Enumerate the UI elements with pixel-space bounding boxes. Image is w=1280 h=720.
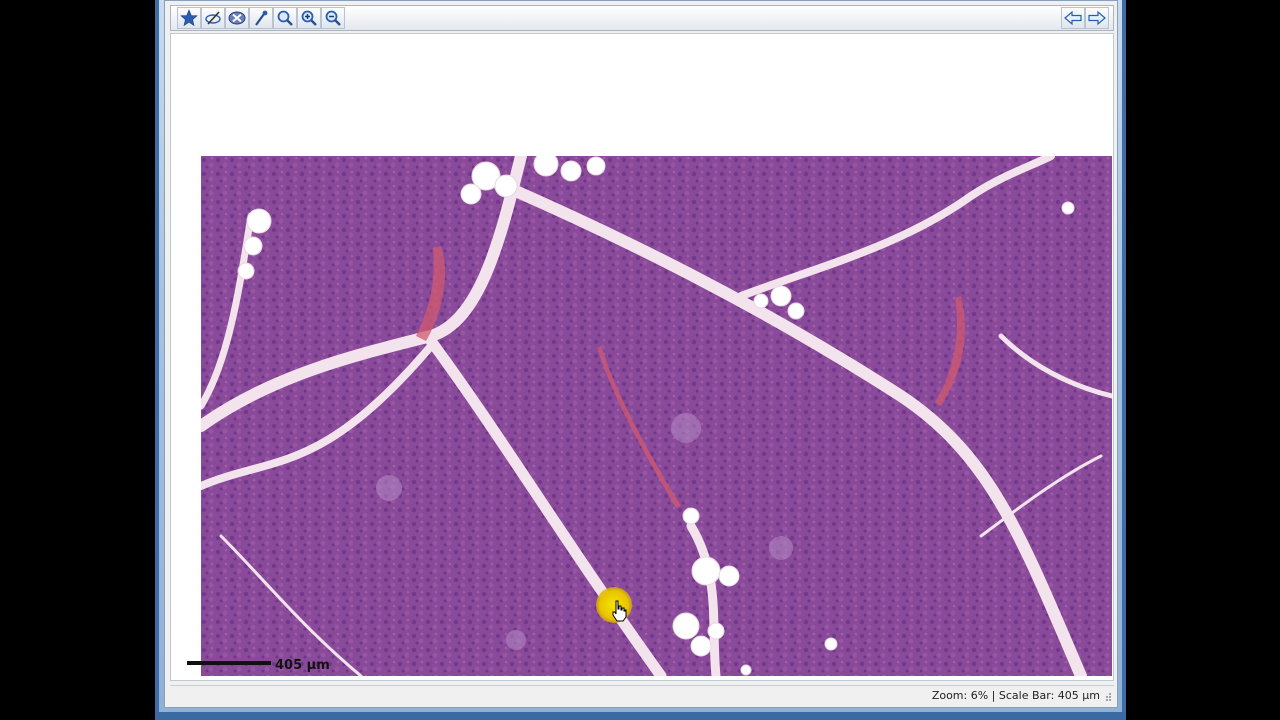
scale-bar (187, 661, 271, 665)
zoom-out-button[interactable] (321, 7, 345, 29)
nav-group (1061, 7, 1109, 29)
hand-cursor-icon (612, 600, 627, 622)
toolbar (170, 5, 1114, 31)
delete-annotation-button[interactable] (225, 7, 249, 29)
annotate-tool-button[interactable] (201, 7, 225, 29)
status-text: Zoom: 6% | Scale Bar: 405 µm (931, 689, 1100, 702)
pancreas-tissue-image[interactable] (201, 156, 1112, 676)
zoom-in-icon (301, 10, 317, 26)
forward-button[interactable] (1085, 7, 1109, 29)
tissue-drawing (201, 156, 1112, 676)
window-right-frame (1122, 0, 1126, 720)
resize-grip-icon[interactable] (1104, 692, 1112, 702)
window-bottom-frame (155, 712, 1126, 720)
zoom-in-button[interactable] (297, 7, 321, 29)
magic-wand-icon (255, 10, 268, 26)
tool-group (177, 7, 345, 29)
delete-annotation-icon (228, 11, 246, 25)
slide-viewer[interactable]: 405 µm (170, 33, 1114, 681)
window-client-area: 405 µm Zoom: 6% | Scale Bar: 405 µm (164, 0, 1118, 708)
zoom-out-icon (325, 10, 341, 26)
scale-bar-label: 405 µm (275, 658, 330, 673)
magnifier-icon (277, 10, 293, 26)
star-icon (180, 9, 198, 27)
magnifier-tool-button[interactable] (273, 7, 297, 29)
window-left-frame (155, 0, 159, 720)
pen-annotation-icon (205, 11, 221, 25)
status-bar: Zoom: 6% | Scale Bar: 405 µm (170, 685, 1114, 705)
wand-tool-button[interactable] (249, 7, 273, 29)
star-tool-button[interactable] (177, 7, 201, 29)
forward-arrow-icon (1088, 10, 1106, 26)
back-arrow-icon (1064, 10, 1082, 26)
back-button[interactable] (1061, 7, 1085, 29)
viewer-window: 405 µm Zoom: 6% | Scale Bar: 405 µm (155, 0, 1126, 720)
